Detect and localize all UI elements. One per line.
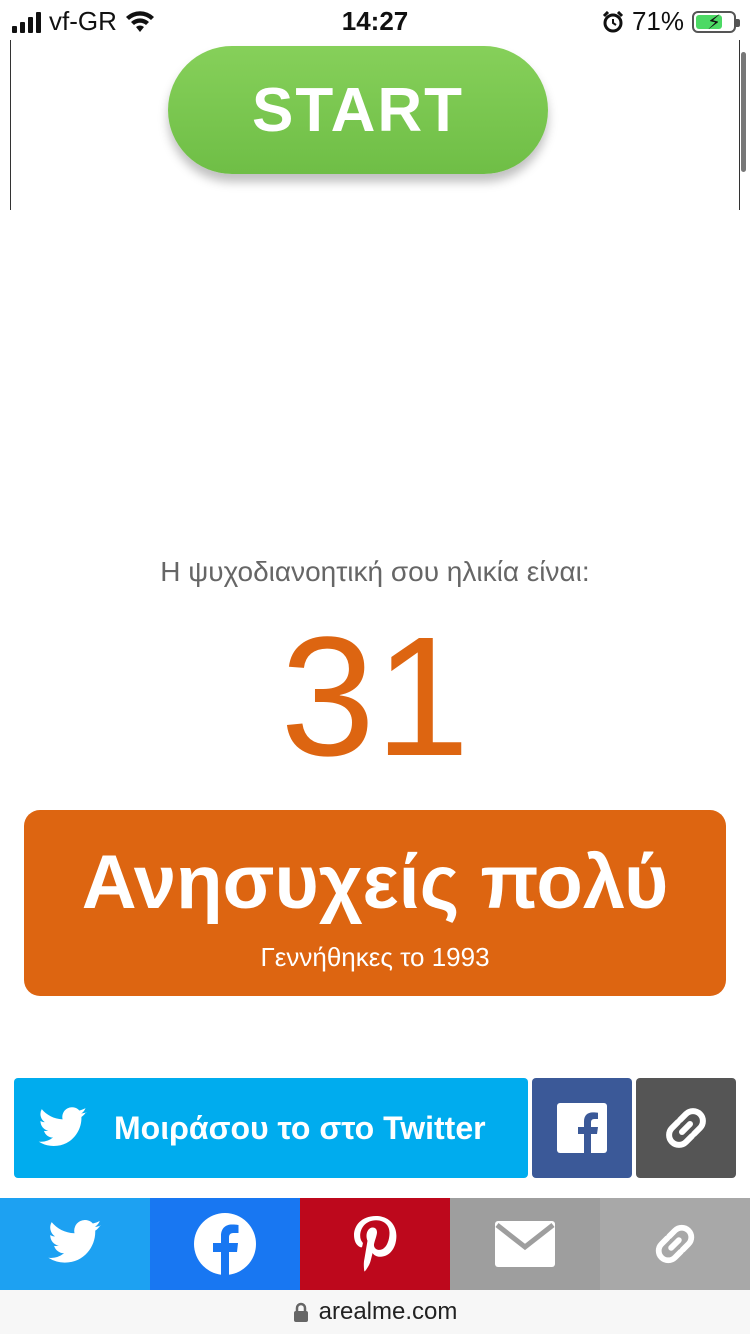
mental-age-value: 31: [280, 602, 470, 792]
url-bar[interactable]: arealme.com: [0, 1290, 750, 1334]
share-twitter-label: Μοιράσου το στο Twitter: [114, 1110, 486, 1146]
bottom-link-button[interactable]: [600, 1198, 750, 1290]
twitter-bird-icon: [38, 1107, 87, 1146]
share-twitter-button[interactable]: Μοιράσου το στο Twitter: [14, 1078, 528, 1178]
bottom-pinterest-button[interactable]: [300, 1198, 450, 1290]
battery-percentage: 71%: [631, 6, 684, 36]
share-link-button[interactable]: [636, 1078, 736, 1178]
charging-bolt-icon: ⚡: [706, 11, 722, 34]
facebook-icon: [557, 1103, 607, 1153]
battery-nub: [736, 18, 740, 27]
bottom-twitter-button[interactable]: [0, 1198, 150, 1290]
link-icon: [666, 1108, 706, 1148]
pinterest-icon: [354, 1216, 397, 1272]
url-domain: arealme.com: [318, 1298, 458, 1325]
share-row: Μοιράσου το στο Twitter: [14, 1078, 736, 1178]
facebook-icon: [194, 1213, 256, 1276]
link-icon: [655, 1224, 695, 1264]
twitter-icon: [48, 1220, 102, 1263]
mail-icon: [495, 1221, 555, 1267]
bottom-facebook-button[interactable]: [150, 1198, 300, 1290]
battery-icon: ⚡: [692, 10, 740, 34]
scroll-indicator: [741, 52, 746, 172]
status-bar: vf-GR 14:27 71% ⚡: [0, 0, 750, 40]
status-bar-right: 71% ⚡: [602, 6, 740, 37]
bottom-mail-button[interactable]: [450, 1198, 600, 1290]
result-caption: Η ψυχοδιανοητική σου ηλικία είναι:: [160, 556, 590, 587]
verdict-box: Ανησυχείς πολύ Γεννήθηκες το 1993: [24, 810, 726, 996]
verdict-title: Ανησυχείς πολύ: [81, 840, 669, 925]
start-button[interactable]: START: [168, 46, 548, 174]
share-facebook-button[interactable]: [532, 1078, 632, 1178]
bottom-share-bar: [0, 1198, 750, 1290]
lock-icon: [293, 1302, 308, 1322]
alarm-icon: [602, 10, 624, 32]
verdict-subtitle: Γεννήθηκες το 1993: [260, 942, 490, 972]
